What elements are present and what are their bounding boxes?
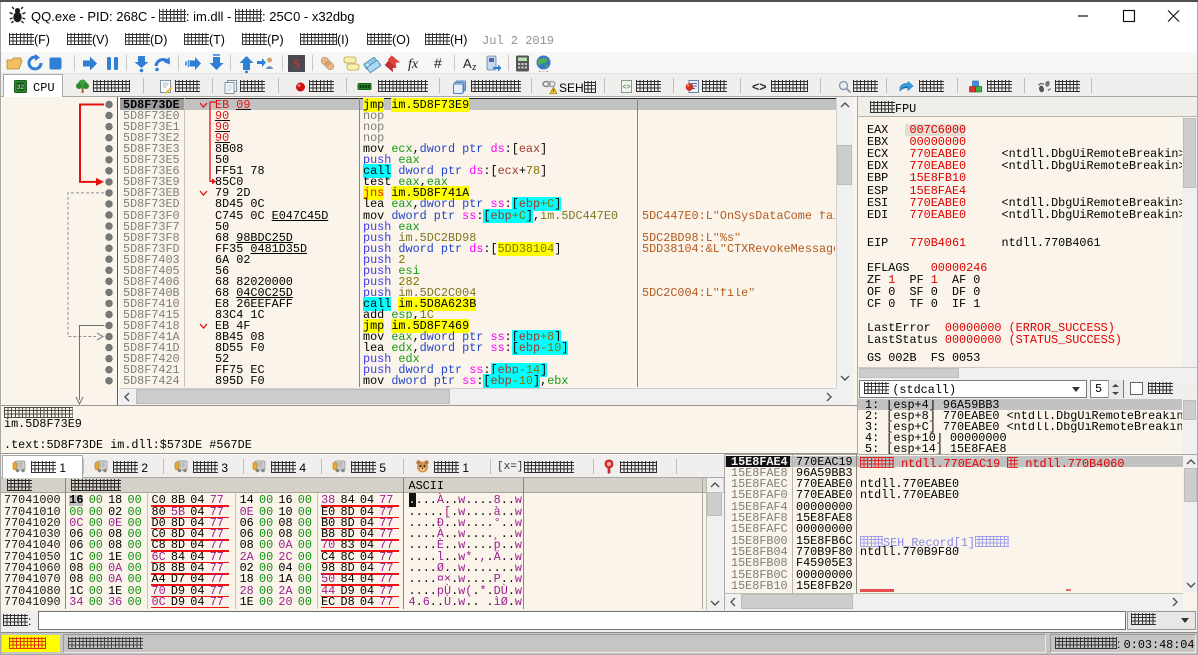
svg-text:S: S (293, 56, 300, 71)
svg-text:z: z (472, 62, 477, 72)
svg-text:<>: <> (622, 84, 630, 91)
svg-text:fx: fx (408, 57, 419, 72)
svg-text:32: 32 (17, 84, 25, 91)
svg-text:#: # (434, 55, 442, 71)
svg-text:A: A (463, 56, 472, 71)
